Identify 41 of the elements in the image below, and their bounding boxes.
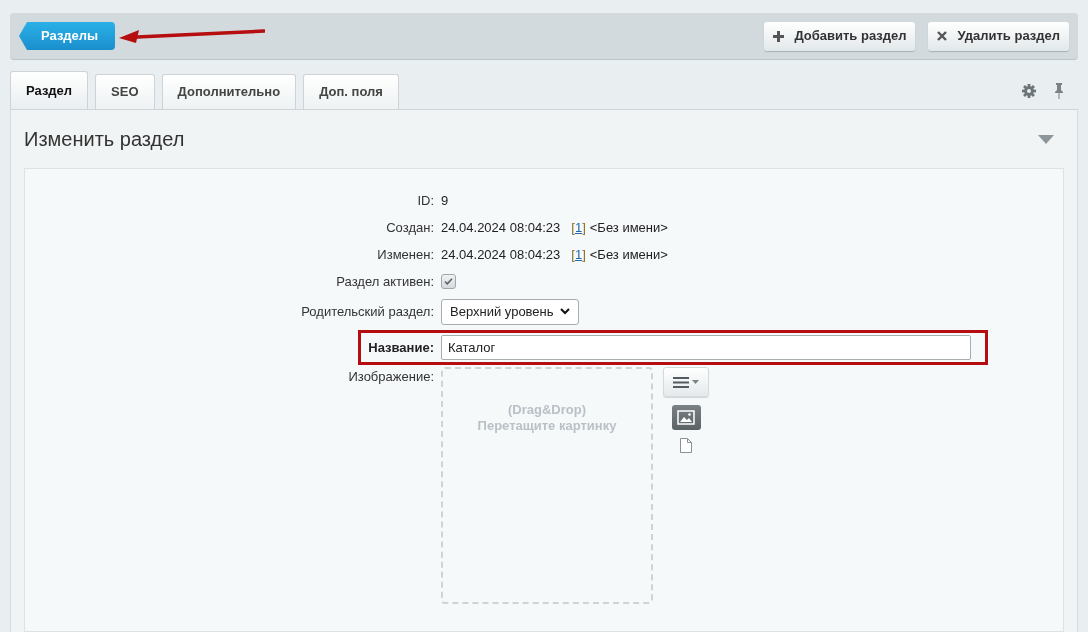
checkmark-icon bbox=[443, 276, 454, 287]
date-value: 24.04.2024 08:04:23 bbox=[441, 218, 561, 237]
image-icon bbox=[677, 410, 695, 425]
bracket: [ bbox=[571, 218, 575, 237]
delete-section-button[interactable]: Удалить раздел bbox=[928, 21, 1069, 51]
pin-icon[interactable] bbox=[1054, 83, 1064, 99]
bracket: ] bbox=[582, 245, 586, 264]
parent-select[interactable]: Верхний уровень bbox=[441, 298, 579, 325]
field-label: ID: bbox=[417, 191, 434, 210]
field-label: Изображение: bbox=[348, 368, 434, 386]
drop-text: Перетащите картинку bbox=[477, 418, 617, 434]
field-value: 9 bbox=[441, 192, 449, 208]
settings-icon[interactable] bbox=[1022, 84, 1036, 98]
add-section-button[interactable]: Добавить раздел bbox=[764, 21, 916, 51]
menu-icon bbox=[673, 376, 689, 388]
bracket: [ bbox=[571, 245, 575, 264]
tab[interactable]: Дополнительно bbox=[161, 74, 297, 109]
date-value: 24.04.2024 08:04:23 bbox=[441, 245, 561, 264]
name-input[interactable]: Каталог bbox=[441, 335, 971, 360]
tab[interactable]: SEO bbox=[95, 74, 155, 109]
close-icon bbox=[937, 31, 948, 41]
chevron-down-icon bbox=[559, 308, 570, 315]
collapse-icon[interactable] bbox=[1038, 134, 1054, 144]
user-name: <Без имени> bbox=[589, 245, 668, 264]
image-mode-button[interactable] bbox=[671, 405, 701, 430]
plus-icon bbox=[773, 30, 785, 42]
tab[interactable]: Раздел bbox=[10, 71, 89, 109]
tab[interactable]: Доп. поля bbox=[303, 74, 399, 109]
field-label: Раздел активен: bbox=[336, 272, 434, 291]
bracket: ] bbox=[582, 218, 586, 237]
caret-icon bbox=[692, 380, 699, 384]
drop-hint: (Drag&Drop) bbox=[508, 402, 586, 418]
form-title: Изменить раздел bbox=[24, 127, 185, 152]
field-label: Название: bbox=[368, 338, 434, 357]
checkbox[interactable] bbox=[441, 274, 456, 289]
field-label: Изменен: bbox=[377, 245, 434, 264]
file-icon[interactable] bbox=[680, 438, 692, 453]
menu-dropdown-button[interactable] bbox=[663, 367, 709, 397]
user-name: <Без имени> bbox=[589, 218, 668, 237]
field-label: Создан: bbox=[386, 218, 434, 237]
field-label: Родительский раздел: bbox=[301, 302, 434, 321]
